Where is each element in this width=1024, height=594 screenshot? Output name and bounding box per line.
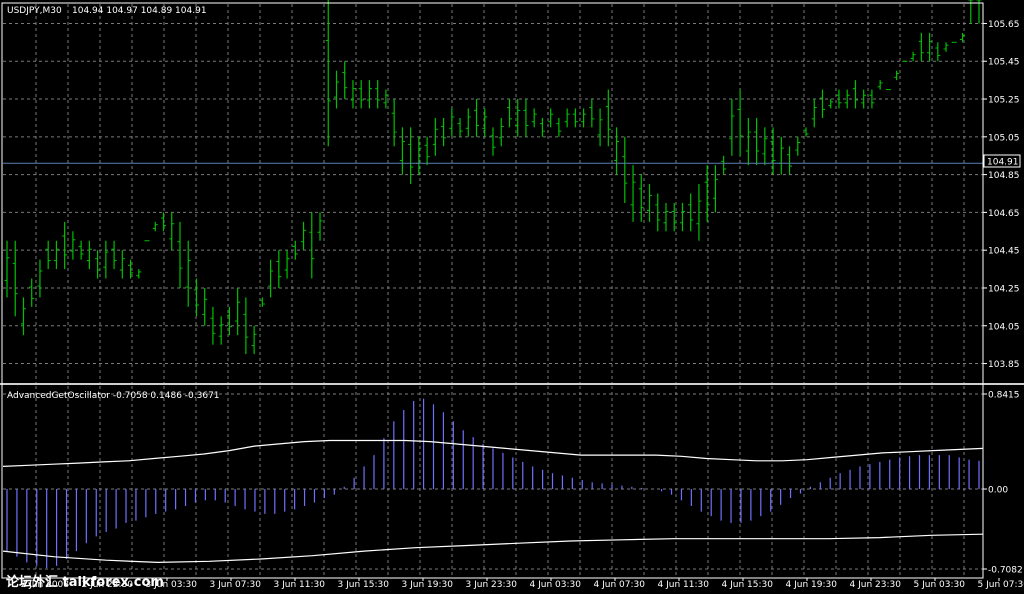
trading-chart[interactable]: 105.65 105.45 105.25 105.05 104.85 104.65 104.… (0, 0, 1024, 594)
oscillator-axis-label: -0.7082 (988, 566, 1023, 576)
price-axis-label: 104.65 (988, 209, 1020, 219)
time-axis-label: 3 Jun 23:30 (466, 580, 518, 590)
chart-background (0, 0, 1024, 594)
time-axis-label: 4 Jun 19:30 (786, 580, 838, 590)
price-axis-label: 105.05 (988, 133, 1020, 143)
time-axis-label: 3 Jun 11:30 (274, 580, 326, 590)
price-axis-label: 105.45 (988, 58, 1020, 68)
price-axis-label: 105.65 (988, 20, 1020, 30)
oscillator-header: AdvancedGetOscillator -0.7058 0.1486 -0.… (7, 391, 220, 401)
time-axis-label: 4 Jun 23:30 (850, 580, 902, 590)
oscillator-axis-label: 0.8415 (988, 391, 1020, 401)
price-axis-label: 104.45 (988, 247, 1020, 257)
watermark: 论坛外汇 talkforex.com (6, 574, 164, 590)
time-axis-label: 5 Jun 03:30 (914, 580, 966, 590)
time-axis-label: 4 Jun 03:30 (530, 580, 582, 590)
price-axis-label: 105.25 (988, 96, 1020, 106)
time-axis-label: 3 Jun 15:30 (338, 580, 390, 590)
time-axis-label: 3 Jun 19:30 (402, 580, 454, 590)
symbol-header: USDJPY,M30 (7, 6, 62, 16)
price-axis-label: 104.85 (988, 171, 1020, 181)
time-axis-label: 4 Jun 15:30 (722, 580, 774, 590)
ohlc-header: 104.94 104.97 104.89 104.91 (72, 6, 207, 16)
oscillator-axis-label: 0.00 (988, 486, 1008, 496)
time-axis-label: 3 Jun 07:30 (210, 580, 262, 590)
time-axis-label: 5 Jun 07:30 (978, 580, 1024, 590)
price-axis-label: 103.85 (988, 360, 1020, 370)
current-price-tag: 104.91 (987, 158, 1019, 168)
time-axis-label: 4 Jun 11:30 (658, 580, 710, 590)
price-axis-label: 104.25 (988, 284, 1020, 294)
price-axis-label: 104.05 (988, 322, 1020, 332)
time-axis-label: 4 Jun 07:30 (594, 580, 646, 590)
